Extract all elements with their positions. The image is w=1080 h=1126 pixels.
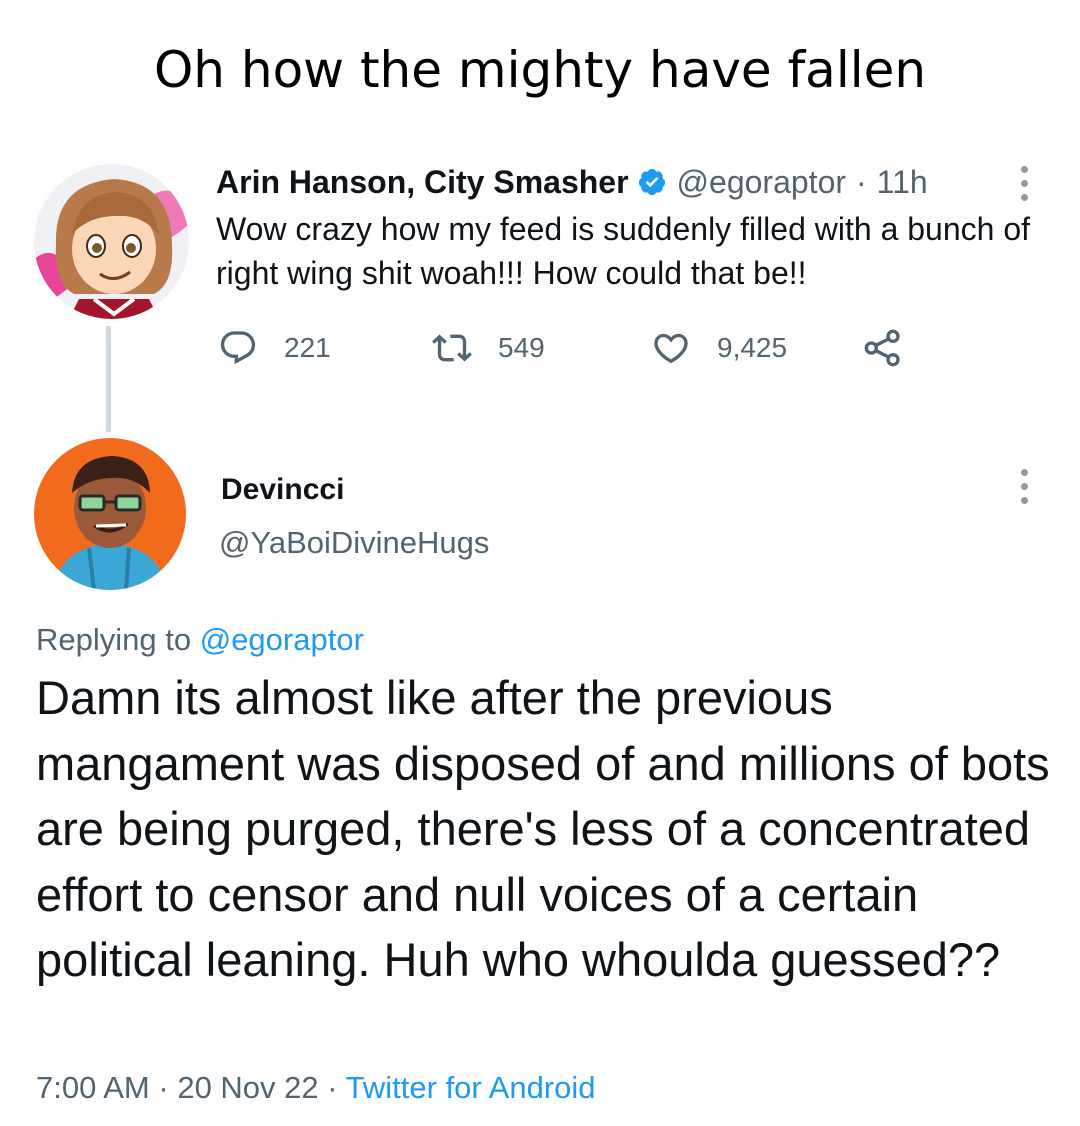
retweet-icon — [432, 334, 472, 362]
reply-more-options-button[interactable] — [1014, 469, 1034, 504]
original-tweet-text: Wow crazy how my feed is suddenly filled… — [216, 211, 1031, 291]
cartoon-avatar-devincci-icon — [34, 438, 186, 590]
author-display-name[interactable]: Arin Hanson, City Smasher — [216, 164, 629, 201]
tweet-age[interactable]: 11h — [877, 164, 928, 201]
meme-caption: Oh how the mighty have fallen — [153, 41, 927, 99]
reply-count: 221 — [284, 332, 331, 363]
avatar-arin-hanson[interactable] — [34, 164, 189, 319]
share-icon — [864, 329, 900, 367]
more-dot-icon — [1020, 497, 1028, 504]
like-button[interactable]: 9,425 — [651, 326, 787, 370]
more-options-button[interactable] — [1014, 166, 1034, 201]
original-tweet-header: Arin Hanson, City Smasher @egoraptor · 1… — [216, 160, 928, 204]
separator-dot: · — [327, 1070, 338, 1105]
reply-author-handle[interactable]: @YaBoiDivineHugs — [219, 521, 489, 565]
more-dot-icon — [1020, 166, 1028, 173]
thread-connector-line — [106, 326, 111, 432]
retweet-button[interactable]: 549 — [432, 326, 545, 370]
verified-badge-icon — [638, 168, 665, 196]
tweet-metadata: 7:00 AM · 20 Nov 22 · Twitter for Androi… — [36, 1066, 596, 1110]
tweet-time[interactable]: 7:00 AM — [36, 1070, 150, 1105]
reply-tweet-text: Damn its almost like after the previous … — [36, 671, 1050, 986]
more-dot-icon — [1020, 483, 1028, 490]
reply-icon — [220, 331, 256, 365]
tweet-source-link[interactable]: Twitter for Android — [346, 1070, 596, 1105]
reply-author-display-name[interactable]: Devincci — [221, 468, 344, 512]
more-dot-icon — [1020, 194, 1028, 201]
separator-dot: · — [158, 1070, 169, 1105]
avatar-devincci[interactable] — [34, 438, 186, 590]
tweet-date[interactable]: 20 Nov 22 — [177, 1070, 318, 1105]
replying-to-line: Replying to @egoraptor — [36, 618, 364, 662]
more-dot-icon — [1020, 469, 1028, 476]
like-count: 9,425 — [717, 332, 788, 363]
heart-icon — [654, 333, 688, 364]
cartoon-avatar-arin-icon — [34, 164, 189, 319]
more-dot-icon — [1020, 180, 1028, 187]
share-button[interactable] — [863, 326, 903, 370]
replying-to-mention[interactable]: @egoraptor — [200, 622, 364, 657]
replying-to-prefix: Replying to — [36, 622, 192, 657]
retweet-count: 549 — [498, 332, 545, 363]
author-handle[interactable]: @egoraptor — [677, 164, 846, 201]
separator-dot: · — [856, 163, 867, 200]
reply-button[interactable]: 221 — [218, 326, 331, 370]
